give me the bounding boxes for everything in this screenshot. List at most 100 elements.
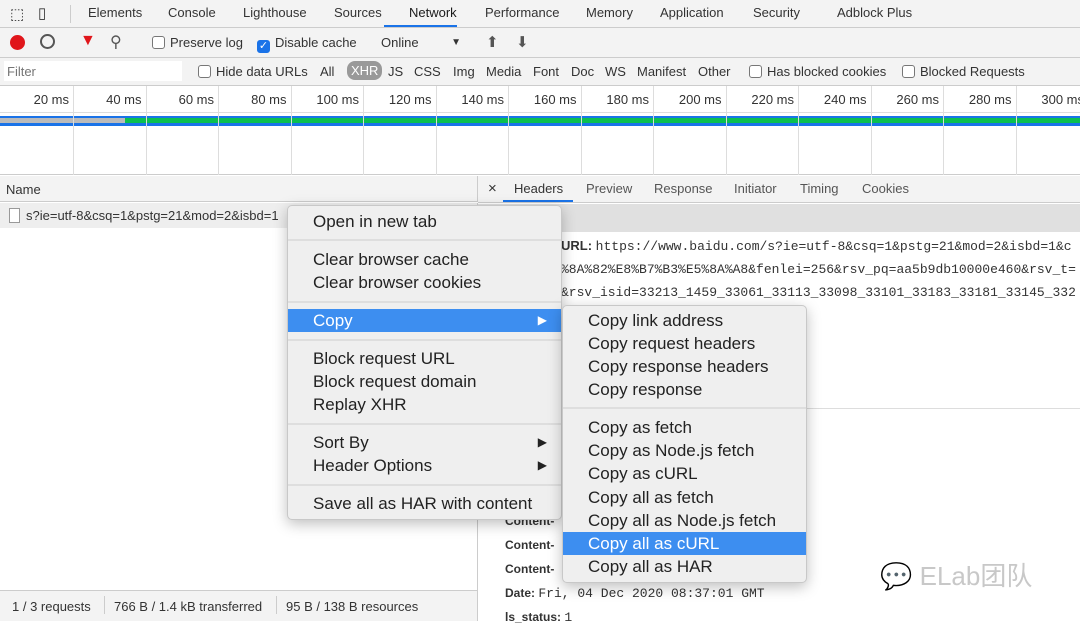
detail-tab-initiator[interactable]: Initiator	[734, 181, 777, 196]
menu-sort-by[interactable]: Sort By ▶	[288, 431, 561, 454]
network-toolbar: ▼ ⚲ Preserve log ✓ Disable cache Online ▼ …	[0, 28, 1080, 58]
timeline-tick-label: 140 ms	[461, 92, 504, 107]
name-column-header[interactable]: Name	[0, 176, 478, 202]
has-blocked-cookies-label: Has blocked cookies	[767, 64, 887, 79]
status-bar: 1 / 3 requests 766 B / 1.4 kB transferre…	[0, 590, 478, 621]
header-key: ls_status:	[505, 610, 562, 624]
menu-copy-label: Copy	[313, 311, 353, 330]
import-har-icon[interactable]: ⬆	[486, 33, 499, 51]
timeline-tick-label: 60 ms	[178, 92, 214, 107]
url-label: URL:	[561, 238, 593, 253]
filter-css[interactable]: CSS	[414, 64, 441, 79]
filter-js[interactable]: JS	[388, 64, 403, 79]
document-icon	[9, 208, 20, 223]
close-detail-icon[interactable]: ×	[488, 180, 497, 197]
filter-manifest[interactable]: Manifest	[637, 64, 686, 79]
tab-performance[interactable]: Performance	[485, 5, 559, 20]
timeline-tick-label: 80 ms	[251, 92, 287, 107]
devtools-tab-bar: ⬚ ▯ Elements Console Lighthouse Sources …	[0, 0, 1080, 28]
submenu-copy-all-as-har[interactable]: Copy all as HAR	[563, 555, 806, 578]
menu-clear-browser-cookies[interactable]: Clear browser cookies	[288, 271, 561, 294]
device-toolbar-icon[interactable]: ▯	[38, 4, 46, 22]
filter-font[interactable]: Font	[533, 64, 559, 79]
timeline-tick-label: 240 ms	[823, 92, 867, 107]
detail-tab-response[interactable]: Response	[654, 181, 713, 196]
disable-cache-label: Disable cache	[275, 35, 357, 50]
tab-console[interactable]: Console	[168, 5, 216, 20]
tab-memory[interactable]: Memory	[586, 5, 633, 20]
disable-cache-checkbox[interactable]: ✓ Disable cache	[257, 35, 357, 53]
transferred-size: 766 B / 1.4 kB transferred	[114, 599, 263, 614]
submenu-arrow-icon: ▶	[537, 435, 547, 449]
timeline-overview[interactable]: 20 ms 40 ms 60 ms 80 ms 100 ms 120 ms 140 ms 16…	[0, 86, 1080, 175]
menu-open-in-new-tab[interactable]: Open in new tab	[288, 210, 561, 233]
url-line: https://www.baidu.com/s?ie=utf-8&csq=1&p…	[595, 239, 1072, 254]
tab-lighthouse[interactable]: Lighthouse	[243, 5, 307, 20]
submenu-copy-request-headers[interactable]: Copy request headers	[563, 332, 806, 355]
tab-sources[interactable]: Sources	[334, 5, 382, 20]
timeline-tick-label: 120 ms	[388, 92, 432, 107]
detail-tab-cookies[interactable]: Cookies	[862, 181, 909, 196]
submenu-copy-as-curl[interactable]: Copy as cURL	[563, 462, 806, 485]
inspect-element-icon[interactable]: ⬚	[10, 5, 24, 23]
blocked-requests-checkbox[interactable]: Blocked Requests	[902, 64, 1025, 79]
has-blocked-cookies-checkbox[interactable]: Has blocked cookies	[749, 64, 886, 79]
submenu-arrow-icon: ▶	[537, 458, 547, 472]
menu-clear-browser-cache[interactable]: Clear browser cache	[288, 248, 561, 271]
timeline-tick-label: 300 ms	[1041, 92, 1080, 107]
hide-data-urls-checkbox[interactable]: Hide data URLs	[198, 64, 308, 79]
export-har-icon[interactable]: ⬇	[516, 33, 529, 51]
watermark: 💬 ELab团队	[880, 556, 1032, 593]
submenu-copy-response-headers[interactable]: Copy response headers	[563, 355, 806, 378]
tab-security[interactable]: Security	[753, 5, 800, 20]
search-icon[interactable]: ⚲	[110, 32, 122, 52]
submenu-copy-all-as-node-js-fetch[interactable]: Copy all as Node.js fetch	[563, 509, 806, 532]
filter-ws[interactable]: WS	[605, 64, 626, 79]
menu-copy[interactable]: Copy ▶	[288, 309, 561, 332]
menu-header-options-label: Header Options	[313, 456, 433, 475]
menu-block-request-domain[interactable]: Block request domain	[288, 370, 561, 393]
tab-network[interactable]: Network	[409, 5, 457, 20]
blocked-requests-label: Blocked Requests	[920, 64, 1025, 79]
preserve-log-checkbox[interactable]: Preserve log	[152, 35, 243, 50]
clear-icon[interactable]	[40, 34, 55, 49]
submenu-copy-response[interactable]: Copy response	[563, 378, 806, 401]
tab-elements[interactable]: Elements	[88, 5, 142, 20]
filter-img[interactable]: Img	[453, 64, 475, 79]
filter-other[interactable]: Other	[698, 64, 731, 79]
throttle-select[interactable]: Online ▼	[381, 35, 461, 50]
tab-adblock-plus[interactable]: Adblock Plus	[837, 5, 912, 20]
submenu-copy-link-address[interactable]: Copy link address	[563, 309, 806, 332]
menu-save-all-as-har[interactable]: Save all as HAR with content	[288, 492, 561, 515]
url-line: %8A%82%E8%B7%B3%E5%8A%A8&fenlei=256&rsv_…	[561, 262, 1076, 277]
timeline-tick-label: 280 ms	[968, 92, 1012, 107]
menu-header-options[interactable]: Header Options ▶	[288, 454, 561, 477]
filter-xhr[interactable]: XHR	[347, 61, 383, 80]
detail-tab-timing[interactable]: Timing	[800, 181, 839, 196]
general-section-header[interactable]	[478, 204, 1080, 232]
submenu-copy-all-as-curl[interactable]: Copy all as cURL	[563, 532, 806, 555]
filter-all[interactable]: All	[320, 64, 334, 79]
submenu-copy-as-fetch[interactable]: Copy as fetch	[563, 416, 806, 439]
filter-input[interactable]	[4, 61, 182, 81]
filter-doc[interactable]: Doc	[571, 64, 594, 79]
detail-tab-preview[interactable]: Preview	[586, 181, 632, 196]
header-value: 1	[564, 610, 573, 625]
timeline-tick-label: 160 ms	[533, 92, 577, 107]
request-name: s?ie=utf-8&csq=1&pstg=21&mod=2&isbd=1	[26, 208, 279, 223]
filter-media[interactable]: Media	[486, 64, 521, 79]
record-icon[interactable]	[10, 35, 25, 50]
timeline-tick-label: 220 ms	[751, 92, 794, 107]
menu-block-request-url[interactable]: Block request URL	[288, 347, 561, 370]
submenu-copy-as-node-js-fetch[interactable]: Copy as Node.js fetch	[563, 439, 806, 462]
menu-replay-xhr[interactable]: Replay XHR	[288, 393, 561, 416]
detail-tab-headers[interactable]: Headers	[514, 181, 563, 196]
name-header-label: Name	[6, 182, 41, 197]
header-key: Content-	[505, 538, 555, 552]
submenu-copy-all-as-fetch[interactable]: Copy all as fetch	[563, 486, 806, 509]
timeline-tick-label: 100 ms	[316, 92, 359, 107]
submenu-arrow-icon: ▶	[537, 313, 547, 327]
filter-icon[interactable]: ▼	[80, 32, 96, 50]
resources-size: 95 B / 138 B resources	[286, 599, 419, 614]
tab-application[interactable]: Application	[660, 5, 724, 20]
